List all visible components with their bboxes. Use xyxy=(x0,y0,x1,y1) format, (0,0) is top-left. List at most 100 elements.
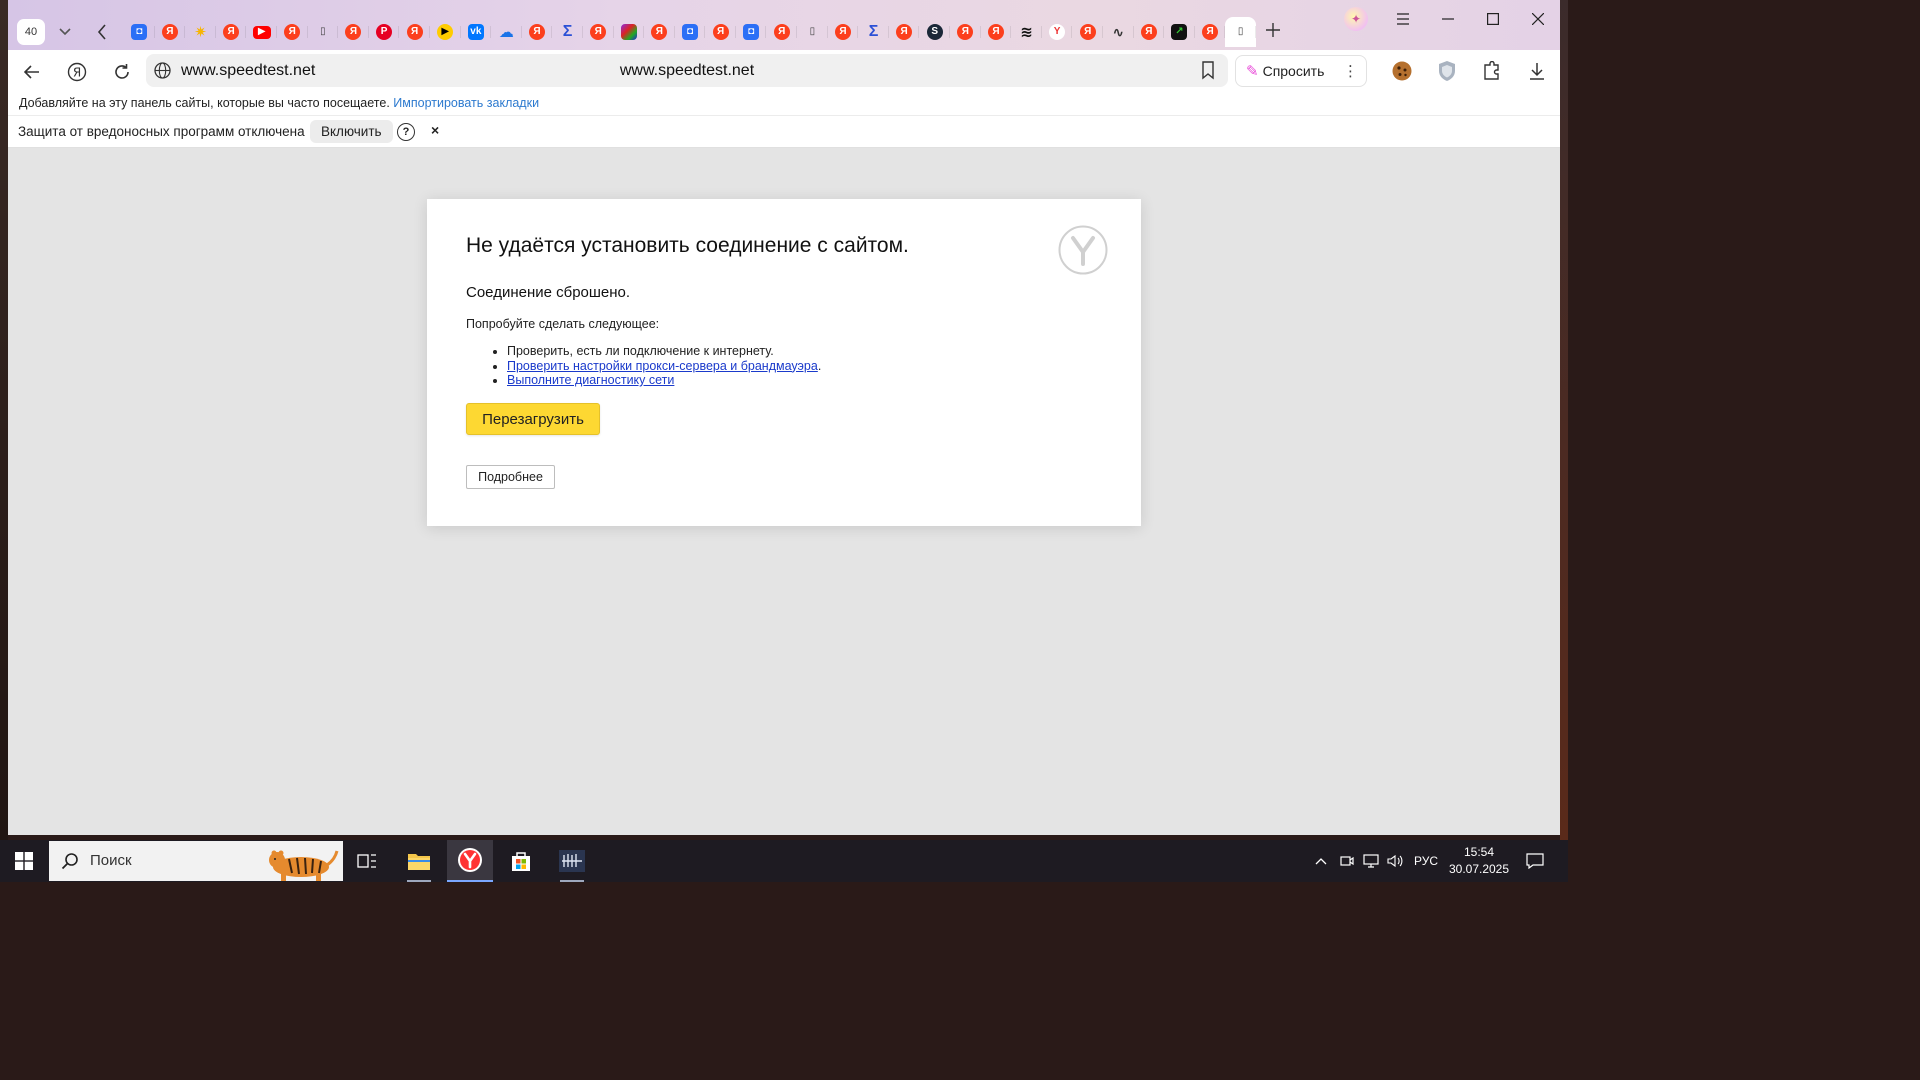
yandex-browser-taskbar-icon[interactable] xyxy=(447,840,493,882)
tab[interactable]: S xyxy=(919,17,950,47)
tab[interactable]: ☁ xyxy=(491,17,522,47)
notifications-icon[interactable] xyxy=(1520,840,1550,882)
address-bar[interactable]: www.speedtest.net www.speedtest.net xyxy=(146,54,1228,87)
network-icon[interactable] xyxy=(1360,840,1382,882)
dzen-play-icon: ▶ xyxy=(437,24,454,40)
tab[interactable]: ▶ xyxy=(246,17,277,47)
maximize-icon[interactable] xyxy=(1470,4,1515,34)
tab[interactable]: ≋ xyxy=(1011,17,1042,47)
tab[interactable]: ↗ xyxy=(1164,17,1195,47)
pulse-icon: ∿ xyxy=(1112,24,1125,40)
tab[interactable]: Y xyxy=(1042,17,1073,47)
shield-extension-icon[interactable] xyxy=(1435,59,1459,83)
tab[interactable]: Σ xyxy=(552,17,583,47)
yandex-icon: Я xyxy=(651,24,668,40)
tab[interactable]: Я xyxy=(1134,17,1165,47)
window-controls: ✦ xyxy=(1344,4,1560,34)
windows-taskbar: Поиск РУС 15:54 30.07.2025 xyxy=(0,840,1568,882)
chevron-down-icon[interactable] xyxy=(52,19,78,45)
tab[interactable]: ◘ xyxy=(124,17,155,47)
downloads-icon[interactable] xyxy=(1525,59,1549,83)
tab[interactable]: Я xyxy=(1195,17,1226,47)
close-window-icon[interactable] xyxy=(1515,4,1560,34)
taskbar-clock[interactable]: 15:54 30.07.2025 xyxy=(1448,844,1510,878)
network-diagnostics-link[interactable]: Выполните диагностику сети xyxy=(507,373,674,387)
proxy-settings-link[interactable]: Проверить настройки прокси-сервера и бра… xyxy=(507,359,818,373)
microsoft-store-icon[interactable] xyxy=(498,840,544,882)
task-view-icon[interactable] xyxy=(344,840,390,882)
file-explorer-icon[interactable] xyxy=(396,840,442,882)
blue-square-icon: ◘ xyxy=(681,24,698,40)
tab[interactable]: ▶ xyxy=(430,17,461,47)
tab[interactable]: Я xyxy=(950,17,981,47)
windows-start-icon[interactable] xyxy=(0,840,48,882)
import-bookmarks-link[interactable]: Импортировать закладки xyxy=(393,96,539,110)
tab[interactable]: Я xyxy=(981,17,1012,47)
stack-icon: ≋ xyxy=(1020,23,1033,41)
tab[interactable]: Я xyxy=(522,17,553,47)
document-icon: ▯ xyxy=(1237,26,1244,37)
scroll-tabs-left-icon[interactable] xyxy=(88,19,116,45)
clock-date: 30.07.2025 xyxy=(1448,862,1510,876)
tray-overflow-chevron-icon[interactable] xyxy=(1310,840,1332,882)
alice-assistant-icon[interactable]: ✦ xyxy=(1344,7,1368,31)
tab[interactable]: ✷ xyxy=(185,17,216,47)
help-icon[interactable]: ? xyxy=(397,123,415,141)
details-button[interactable]: Подробнее xyxy=(466,465,555,489)
tab[interactable]: ▯ xyxy=(797,17,828,47)
tab[interactable] xyxy=(614,17,645,47)
tab[interactable]: Я xyxy=(216,17,247,47)
tab[interactable]: Я xyxy=(338,17,369,47)
pinterest-icon: P xyxy=(376,24,393,40)
volume-icon[interactable] xyxy=(1384,840,1406,882)
tab-list: ◘ Я ✷ Я ▶ Я ▯ Я P Я ▶ vk ☁ Я Σ Я Я ◘ Я ◘ Я ▯ Я Σ Я S Я Я ≋ Y Я ∿ Я ↗ Я ▯ xyxy=(124,17,1256,47)
meet-now-icon[interactable] xyxy=(1336,840,1358,882)
taskbar-search-label: Поиск xyxy=(90,852,132,869)
tab[interactable]: Σ xyxy=(858,17,889,47)
tab[interactable]: Я xyxy=(155,17,186,47)
yandex-icon: Я xyxy=(896,24,913,40)
reload-icon[interactable] xyxy=(108,58,136,86)
protection-infobar: Защита от вредоносных программ отключена… xyxy=(8,116,1560,148)
tab[interactable]: ▯ xyxy=(308,17,339,47)
tab-active[interactable]: ▯ xyxy=(1225,17,1256,47)
bookmark-icon[interactable] xyxy=(1198,60,1218,80)
tab[interactable]: vk xyxy=(461,17,492,47)
language-indicator[interactable]: РУС xyxy=(1410,840,1442,882)
new-tab-button[interactable] xyxy=(1261,18,1285,42)
tab[interactable]: Я xyxy=(644,17,675,47)
yandex-icon: Я xyxy=(1140,24,1157,40)
minimize-icon[interactable] xyxy=(1425,4,1470,34)
cloud-icon: ☁ xyxy=(498,23,514,41)
more-options-icon[interactable]: ⋮ xyxy=(1343,62,1358,80)
tab[interactable]: Я xyxy=(1072,17,1103,47)
tab[interactable]: Я xyxy=(399,17,430,47)
tab[interactable]: Я xyxy=(277,17,308,47)
ask-alice-button[interactable]: ✎ Спросить ⋮ xyxy=(1235,55,1367,87)
tab[interactable]: Я xyxy=(889,17,920,47)
blue-square-icon: ◘ xyxy=(131,24,148,40)
reload-button[interactable]: Перезагрузить xyxy=(466,403,600,435)
tab[interactable]: ∿ xyxy=(1103,17,1134,47)
tab[interactable]: P xyxy=(369,17,400,47)
tab[interactable]: Я xyxy=(766,17,797,47)
tab-count-button[interactable]: 40 xyxy=(17,19,45,45)
tab[interactable]: ◘ xyxy=(675,17,706,47)
tab[interactable]: Я xyxy=(828,17,859,47)
browser-window: 40 ◘ Я ✷ Я ▶ Я ▯ Я P Я ▶ vk ☁ Я Σ Я Я ◘ Я ◘ Я ▯ Я Σ Я S Я Я ≋ Y Я ∿ Я ↗ Я ▯… xyxy=(8,0,1560,835)
yandex-icon: Я xyxy=(1079,24,1096,40)
close-infobar-icon[interactable]: × xyxy=(431,122,439,138)
extensions-puzzle-icon[interactable] xyxy=(1480,59,1504,83)
taskbar-search-box[interactable]: Поиск xyxy=(49,841,343,881)
game-app-icon[interactable] xyxy=(549,840,595,882)
enable-protection-button[interactable]: Включить xyxy=(310,120,393,143)
tab[interactable]: ◘ xyxy=(736,17,767,47)
tab[interactable]: Я xyxy=(705,17,736,47)
yandex-icon: Я xyxy=(957,24,974,40)
tab[interactable]: Я xyxy=(583,17,614,47)
yandex-icon: Я xyxy=(987,24,1004,40)
yandex-home-icon[interactable]: Я xyxy=(63,58,91,86)
back-arrow-icon[interactable] xyxy=(18,58,46,86)
cookie-extension-icon[interactable] xyxy=(1390,59,1414,83)
browser-menu-icon[interactable] xyxy=(1380,4,1425,34)
